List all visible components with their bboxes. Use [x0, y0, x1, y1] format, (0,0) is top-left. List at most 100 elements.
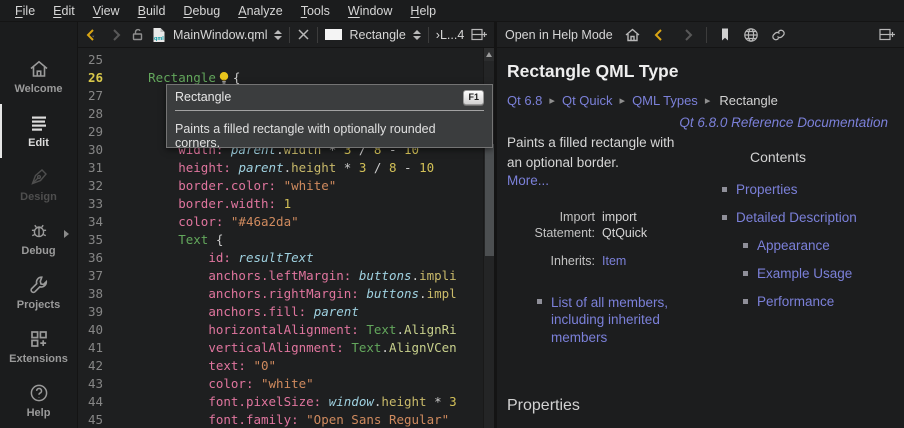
code-line-31[interactable]: 31 height: parent.height * 3 / 8 - 10 [78, 159, 494, 177]
line-number: 45 [78, 411, 118, 428]
code-line-45[interactable]: 45 font.family: "Open Sans Regular" [78, 411, 494, 428]
editor-toolbar: qml MainWindow.qml Rectangle ›L...4 [78, 22, 497, 47]
code-line-33[interactable]: 33 border.width: 1 [78, 195, 494, 213]
symbol-selector[interactable]: Rectangle [349, 28, 405, 42]
sidebar-item-help[interactable]: Help [0, 380, 77, 426]
menu-build[interactable]: Build [129, 2, 175, 20]
menu-file[interactable]: File [6, 2, 44, 20]
contents-item-performance[interactable]: Performance [743, 294, 892, 309]
code-line-39[interactable]: 39 anchors.fill: parent [78, 303, 494, 321]
bullet-square-icon [722, 215, 727, 220]
sidebar-item-label: Design [20, 191, 57, 203]
sidebar-item-edit[interactable]: Edit [0, 110, 77, 156]
cursor-position-widget[interactable]: ›L...4 [436, 28, 465, 42]
menu-tools[interactable]: Tools [292, 2, 339, 20]
sidebar-item-debug[interactable]: Debug [0, 218, 77, 264]
code-editor[interactable]: 2526 Rectangle{27282930 width: parent.wi… [78, 48, 497, 428]
bullet-square-icon [722, 187, 727, 192]
contents-item-properties[interactable]: Properties [722, 182, 892, 197]
code-line-38[interactable]: 38 anchors.rightMargin: buttons.impl [78, 285, 494, 303]
edit-lines-icon [28, 110, 50, 136]
code-line-32[interactable]: 32 border.color: "white" [78, 177, 494, 195]
menu-analyze[interactable]: Analyze [229, 2, 291, 20]
meta-row: Inherits: Item [507, 253, 702, 269]
more-link[interactable]: More... [507, 173, 702, 188]
open-document-selector[interactable]: MainWindow.qml [173, 28, 267, 42]
combo-updown-icon[interactable] [274, 30, 282, 40]
breadcrumb-qt-6-8[interactable]: Qt 6.8 [507, 93, 542, 108]
code-line-37[interactable]: 37 anchors.leftMargin: buttons.impli [78, 267, 494, 285]
forward-icon[interactable] [107, 27, 123, 43]
code-line-25[interactable]: 25 [78, 51, 494, 69]
globe-icon[interactable] [743, 27, 759, 43]
contents-item-detailed-description[interactable]: Detailed Description [722, 210, 892, 225]
breadcrumb-qml-types[interactable]: QML Types [632, 93, 698, 108]
list-of-members-link[interactable]: List of all members, including inherited… [537, 294, 689, 347]
line-number: 39 [78, 303, 118, 321]
bullet-square-icon [537, 299, 542, 304]
sidebar-item-welcome[interactable]: Welcome [0, 56, 77, 102]
contents-item-label: Detailed Description [736, 210, 857, 225]
qml-file-icon: qml [152, 27, 166, 43]
toolbar-separator [706, 27, 707, 43]
contents-item-example-usage[interactable]: Example Usage [743, 266, 892, 281]
scrollbar-up-arrow-icon[interactable] [484, 48, 494, 61]
line-number: 38 [78, 285, 118, 303]
unlock-icon[interactable] [130, 27, 145, 42]
doc-edition: Qt 6.8.0 Reference Documentation [507, 115, 892, 130]
sidebar-item-label: Extensions [9, 353, 68, 365]
line-number: 34 [78, 213, 118, 231]
line-number: 31 [78, 159, 118, 177]
bookmark-icon[interactable] [718, 27, 732, 42]
forward-icon[interactable] [679, 27, 695, 43]
breadcrumb-qt-quick[interactable]: Qt Quick [562, 93, 613, 108]
meta-label: Inherits: [507, 253, 595, 269]
code-line-41[interactable]: 41 verticalAlignment: Text.AlignVCen [78, 339, 494, 357]
line-number: 27 [78, 87, 118, 105]
code-line-42[interactable]: 42 text: "0" [78, 357, 494, 375]
sidebar-item-projects[interactable]: Projects [0, 272, 77, 318]
line-number: 25 [78, 51, 118, 69]
extensions-icon [28, 326, 50, 352]
menu-view[interactable]: View [84, 2, 129, 20]
scrollbar-thumb[interactable] [485, 144, 494, 256]
combo-updown-icon[interactable] [413, 30, 421, 40]
help-toolbar: Open in Help Mode [497, 22, 904, 47]
menu-debug[interactable]: Debug [174, 2, 229, 20]
debug-bug-icon [28, 218, 50, 244]
rectangle-swatch-icon [325, 29, 342, 40]
popup-arrow-icon [64, 230, 69, 238]
code-line-36[interactable]: 36 id: resultText [78, 249, 494, 267]
close-icon[interactable] [297, 28, 310, 41]
svg-text:qml: qml [154, 36, 164, 42]
sidebar-item-extensions[interactable]: Extensions [0, 326, 77, 372]
home-icon[interactable] [624, 27, 641, 43]
sidebar-item-design[interactable]: Design [0, 164, 77, 210]
link-icon[interactable] [770, 27, 787, 43]
menu-edit[interactable]: Edit [44, 2, 84, 20]
code-line-34[interactable]: 34 color: "#46a2da" [78, 213, 494, 231]
back-icon[interactable] [84, 27, 100, 43]
open-in-help-mode-button[interactable]: Open in Help Mode [505, 28, 613, 42]
contents-item-appearance[interactable]: Appearance [743, 238, 892, 253]
split-editor-icon[interactable] [879, 27, 896, 42]
contents-item-label: Performance [757, 294, 834, 309]
meta-value[interactable]: Item [602, 253, 664, 269]
sidebar-item-label: Projects [17, 299, 60, 311]
back-icon[interactable] [652, 27, 668, 43]
type-summary: Paints a filled rectangle with an option… [507, 133, 679, 172]
f1-key-badge: F1 [463, 90, 484, 105]
code-line-35[interactable]: 35 Text { [78, 231, 494, 249]
menu-window[interactable]: Window [339, 2, 401, 20]
wrench-icon [28, 272, 50, 298]
code-line-40[interactable]: 40 horizontalAlignment: Text.AlignRi [78, 321, 494, 339]
menu-help[interactable]: Help [401, 2, 445, 20]
code-line-44[interactable]: 44 font.pixelSize: window.height * 3 [78, 393, 494, 411]
breadcrumb-separator-icon: ▸ [620, 94, 626, 107]
line-number: 41 [78, 339, 118, 357]
line-number: 26 [78, 69, 118, 87]
line-number: 37 [78, 267, 118, 285]
members-link-label: List of all members, including inherited… [551, 294, 689, 347]
code-line-43[interactable]: 43 color: "white" [78, 375, 494, 393]
split-editor-icon[interactable] [471, 27, 488, 42]
